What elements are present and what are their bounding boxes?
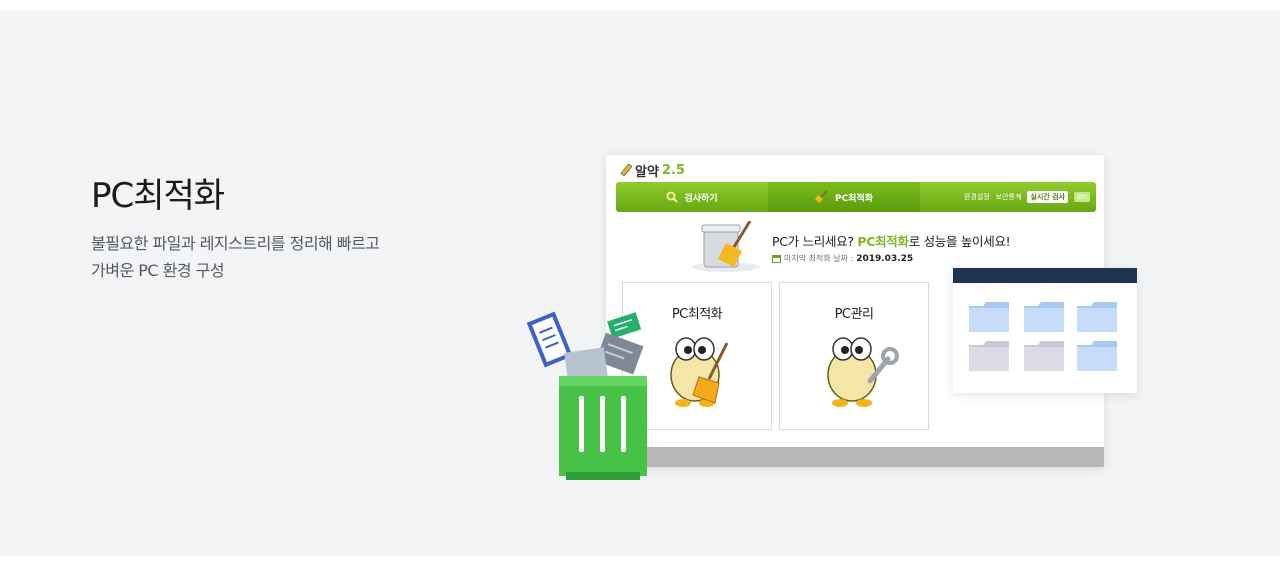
app-status-bar bbox=[606, 447, 1104, 467]
search-icon bbox=[667, 191, 679, 203]
tab-right-links: 환경설정 보안통계 실시간 검사 On bbox=[920, 182, 1096, 212]
folder-icon bbox=[1077, 302, 1117, 332]
folder-window bbox=[953, 268, 1137, 393]
cleaner-bucket-icon bbox=[692, 221, 760, 272]
folder-icon bbox=[969, 302, 1009, 332]
optimize-message-highlight: PC최적화 bbox=[857, 234, 909, 249]
folder-icon bbox=[1077, 341, 1117, 371]
folder-icon bbox=[1024, 341, 1064, 371]
tab-scan[interactable]: 검사하기 bbox=[616, 182, 768, 212]
hero-title: PC최적화 bbox=[91, 176, 225, 216]
mascot-broom-icon bbox=[670, 337, 729, 407]
app-logo-version: 2.5 bbox=[661, 162, 685, 178]
broom-icon bbox=[814, 191, 828, 203]
app-logo-name: 알약 bbox=[635, 164, 659, 180]
last-optimize-label: 마지막 최적화 날짜 : bbox=[784, 254, 854, 263]
hero-description-line-1: 불필요한 파일과 레지스트리를 정리해 빠르고 bbox=[91, 234, 380, 253]
optimize-message: PC가 느리세요? PC최적화로 성능을 높이세요! bbox=[772, 234, 1011, 249]
calendar-icon bbox=[772, 254, 781, 263]
realtime-scan-state[interactable]: On bbox=[1074, 192, 1090, 202]
last-optimize-date: 마지막 최적화 날짜 : 2019.03.25 bbox=[772, 253, 913, 264]
tab-optimize[interactable]: PC최적화 bbox=[768, 182, 920, 212]
card-pc-management-title: PC관리 bbox=[834, 307, 874, 322]
trash-can-icon bbox=[526, 311, 647, 480]
folder-window-titlebar bbox=[953, 268, 1137, 283]
pencil-icon bbox=[620, 163, 632, 177]
app-logo: 알약 2.5 bbox=[618, 160, 685, 180]
last-optimize-value: 2019.03.25 bbox=[856, 253, 914, 264]
mascot-wrench-icon bbox=[827, 337, 899, 407]
folder-icon bbox=[1024, 302, 1064, 332]
tab-optimize-label: PC최적화 bbox=[834, 193, 874, 204]
hero-description: 불필요한 파일과 레지스트리를 정리해 빠르고 가벼운 PC 환경 구성 bbox=[91, 230, 471, 284]
app-tab-bar: 검사하기 PC최적화 환경설정 보안통계 실시간 검사 On bbox=[616, 182, 1096, 212]
realtime-scan-button[interactable]: 실시간 검사 bbox=[1027, 191, 1069, 203]
tab-scan-label: 검사하기 bbox=[684, 193, 718, 204]
security-stats-link[interactable]: 보안통계 bbox=[996, 192, 1022, 202]
hero-description-line-2: 가벼운 PC 환경 구성 bbox=[91, 261, 225, 280]
settings-link[interactable]: 환경설정 bbox=[964, 192, 990, 202]
folder-icon bbox=[969, 341, 1009, 371]
card-pc-management[interactable]: PC관리 bbox=[779, 282, 929, 430]
